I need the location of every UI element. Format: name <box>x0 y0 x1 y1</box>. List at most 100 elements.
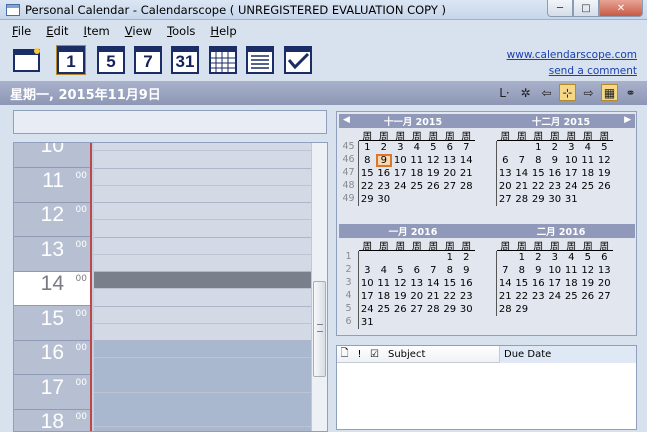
day-cell[interactable]: 7 <box>425 264 442 277</box>
time-slot[interactable] <box>94 289 312 307</box>
day-cell[interactable]: 12 <box>392 277 409 290</box>
week-number[interactable]: 47 <box>339 167 359 180</box>
day-cell[interactable]: 18 <box>563 277 580 290</box>
time-slot[interactable] <box>94 220 312 238</box>
day-cell[interactable]: 4 <box>563 251 580 264</box>
menu-view[interactable]: View <box>125 24 152 38</box>
menu-help[interactable]: Help <box>210 24 236 38</box>
day-cell[interactable]: 25 <box>376 303 393 316</box>
day-cell[interactable]: 11 <box>563 264 580 277</box>
today-icon[interactable]: ⊹ <box>559 84 576 101</box>
day-cell[interactable]: 16 <box>458 277 475 290</box>
day-cell[interactable]: 8 <box>530 154 547 167</box>
task-type-icon[interactable]: 🗋 <box>337 346 352 363</box>
day-cell[interactable]: 20 <box>596 277 613 290</box>
day-cell[interactable]: 8 <box>359 154 376 167</box>
week-number[interactable]: 4 <box>339 290 359 303</box>
day-cell[interactable]: 5 <box>580 251 597 264</box>
day-cell[interactable]: 4 <box>580 141 597 154</box>
day-cell[interactable]: 26 <box>596 180 613 193</box>
day-cell[interactable]: 1 <box>530 141 547 154</box>
day-cell[interactable]: 6 <box>442 141 459 154</box>
day-cell[interactable]: 2 <box>530 251 547 264</box>
time-slot[interactable] <box>94 272 312 290</box>
day-cell[interactable]: 23 <box>458 290 475 303</box>
day-cell[interactable]: 15 <box>514 277 531 290</box>
day-cell[interactable]: 2 <box>458 251 475 264</box>
week-number[interactable]: 3 <box>339 277 359 290</box>
day-cell[interactable]: 3 <box>547 251 564 264</box>
time-slot[interactable] <box>94 410 312 428</box>
day-cell[interactable]: 3 <box>563 141 580 154</box>
day-cell[interactable]: 17 <box>563 167 580 180</box>
day-cell[interactable]: 15 <box>359 167 376 180</box>
workweek-view-button[interactable]: 5 <box>96 45 126 75</box>
day-cell[interactable]: 28 <box>497 303 514 316</box>
settings-gear-icon[interactable]: ✲ <box>517 84 534 101</box>
day-cell[interactable]: 21 <box>425 290 442 303</box>
day-cell[interactable]: 22 <box>359 180 376 193</box>
time-slot[interactable] <box>94 323 312 341</box>
day-cell[interactable]: 7 <box>458 141 475 154</box>
day-cell[interactable]: 13 <box>596 264 613 277</box>
day-cell[interactable]: 16 <box>530 277 547 290</box>
day-cell[interactable]: 10 <box>547 264 564 277</box>
calendar-toggle-icon[interactable]: ▦ <box>601 84 618 101</box>
day-cell[interactable]: 11 <box>376 277 393 290</box>
day-cell[interactable]: 19 <box>580 277 597 290</box>
tasks-view-button[interactable] <box>283 45 313 75</box>
day-cell[interactable]: 9 <box>530 264 547 277</box>
day-cell[interactable]: 2 <box>376 141 393 154</box>
day-cell[interactable]: 12 <box>425 154 442 167</box>
day-cell[interactable]: 8 <box>514 264 531 277</box>
day-cell[interactable]: 18 <box>409 167 426 180</box>
day-cell[interactable]: 21 <box>458 167 475 180</box>
week-number[interactable] <box>487 141 497 154</box>
time-slot[interactable] <box>94 143 312 152</box>
day-cell[interactable]: 14 <box>425 277 442 290</box>
find-binoculars-icon[interactable]: ⚭ <box>622 84 639 101</box>
day-cell[interactable]: 16 <box>547 167 564 180</box>
list-view-button[interactable] <box>245 45 275 75</box>
week-number[interactable]: 2 <box>339 264 359 277</box>
day-cell[interactable]: 30 <box>547 193 564 206</box>
day-cell[interactable]: 13 <box>442 154 459 167</box>
maximize-button[interactable]: □ <box>573 0 599 17</box>
day-cell[interactable]: 11 <box>580 154 597 167</box>
minimize-button[interactable]: ─ <box>547 0 573 17</box>
week-number[interactable]: 1 <box>339 251 359 264</box>
menu-tools[interactable]: Tools <box>167 24 195 38</box>
day-cell[interactable]: 15 <box>442 277 459 290</box>
week-number[interactable]: 46 <box>339 154 359 167</box>
time-slot[interactable] <box>94 341 312 359</box>
day-cell[interactable]: 31 <box>563 193 580 206</box>
day-cell[interactable]: 20 <box>409 290 426 303</box>
day-cell[interactable]: 27 <box>596 290 613 303</box>
week-number[interactable] <box>487 167 497 180</box>
day-cell[interactable]: 5 <box>392 264 409 277</box>
day-cell[interactable]: 1 <box>359 141 376 154</box>
time-slot[interactable] <box>94 392 312 410</box>
day-cell[interactable]: 7 <box>514 154 531 167</box>
time-slot[interactable] <box>94 185 312 203</box>
year-view-button[interactable] <box>208 45 238 75</box>
day-cell[interactable]: 4 <box>409 141 426 154</box>
day-cell[interactable]: 6 <box>596 251 613 264</box>
completed-checkbox-icon[interactable]: ☑ <box>367 349 382 360</box>
day-cell[interactable]: 29 <box>442 303 459 316</box>
all-day-events-area[interactable] <box>13 110 327 134</box>
day-cell[interactable]: 14 <box>514 167 531 180</box>
day-cell[interactable]: 22 <box>514 290 531 303</box>
day-cell[interactable]: 18 <box>580 167 597 180</box>
time-slot[interactable] <box>94 237 312 255</box>
day-cell[interactable]: 28 <box>514 193 531 206</box>
day-cell[interactable]: 20 <box>442 167 459 180</box>
day-cell[interactable]: 29 <box>514 303 531 316</box>
day-cell[interactable]: 18 <box>376 290 393 303</box>
day-cell[interactable]: 14 <box>458 154 475 167</box>
scrollbar-thumb[interactable] <box>313 281 326 377</box>
day-cell[interactable]: 22 <box>530 180 547 193</box>
day-cell[interactable]: 23 <box>547 180 564 193</box>
day-cell[interactable]: 20 <box>497 180 514 193</box>
day-cell[interactable]: 28 <box>425 303 442 316</box>
